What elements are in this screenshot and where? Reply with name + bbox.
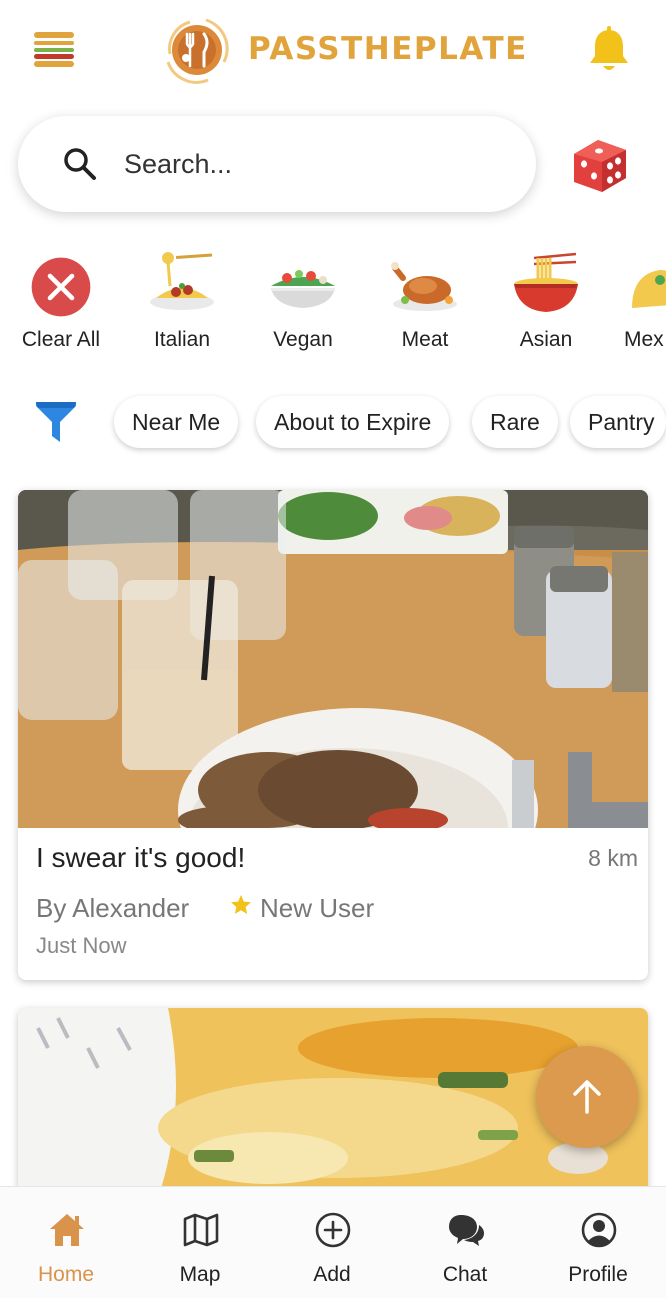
chat-bubbles-icon (449, 1215, 484, 1246)
user-badge: New User (260, 893, 375, 923)
filter-bar: Near Me About to Expire Rare Pantry (0, 392, 666, 452)
nav-map[interactable]: Map (140, 1187, 260, 1298)
category-label: Mex (624, 328, 664, 351)
nav-label: Add (313, 1263, 351, 1286)
filter-chip-about-to-expire[interactable]: About to Expire (256, 396, 450, 448)
user-circle-icon (581, 1212, 617, 1248)
nav-chat[interactable]: Chat (405, 1187, 525, 1298)
nav-label: Profile (568, 1263, 628, 1286)
brand-name: PASSTHEPLATE (248, 31, 528, 67)
post-title: I swear it's good! (36, 842, 246, 873)
category-italian[interactable]: Italian (127, 240, 237, 360)
nav-label: Map (179, 1263, 221, 1286)
nav-label: Home (37, 1263, 95, 1286)
filter-chip-near-me[interactable]: Near Me (114, 396, 239, 448)
filter-chip-rare[interactable]: Rare (472, 396, 558, 448)
noodle-bowl-icon (514, 252, 578, 312)
food-post-card[interactable]: I swear it's good! 8 km By Alexander New… (18, 490, 648, 980)
hamburger-menu-icon[interactable] (30, 28, 80, 72)
bell-icon[interactable] (586, 26, 632, 74)
nav-add[interactable]: Add (272, 1187, 392, 1298)
star-icon (231, 895, 251, 914)
category-label: Meat (401, 328, 449, 351)
dice-icon[interactable] (568, 132, 632, 198)
plate-logo-icon (166, 18, 229, 84)
category-label: Italian (153, 328, 211, 351)
category-label: Asian (519, 328, 573, 351)
pasta-icon (150, 252, 214, 310)
post-distance: 8 km (588, 845, 638, 871)
search-icon (64, 148, 96, 180)
bottom-navigation: Home Map Add Chat Profile (0, 1186, 666, 1298)
category-vegan[interactable]: Vegan (248, 240, 358, 360)
category-meat[interactable]: Meat (370, 240, 480, 360)
nav-profile[interactable]: Profile (538, 1187, 658, 1298)
home-icon (50, 1214, 84, 1246)
search-bar[interactable] (18, 116, 536, 212)
map-icon (183, 1213, 219, 1247)
search-input[interactable] (124, 144, 504, 184)
category-carousel: Clear All Italian Vegan Meat Asian Mex (0, 240, 666, 360)
category-label: Clear All (21, 328, 101, 351)
salad-bowl-icon (271, 270, 335, 308)
category-clear-all[interactable]: Clear All (6, 240, 116, 360)
filter-chip-pantry[interactable]: Pantry (570, 396, 666, 448)
app-logo: PASSTHEPLATE (160, 14, 528, 84)
post-author: By Alexander (36, 893, 190, 923)
top-app-bar: PASSTHEPLATE (0, 0, 666, 105)
category-asian[interactable]: Asian (491, 240, 601, 360)
arrow-up-icon (573, 1080, 601, 1114)
app-screen: PASSTHEPLATE C (0, 0, 666, 1298)
filter-funnel-icon[interactable] (34, 398, 78, 444)
nav-home[interactable]: Home (6, 1187, 126, 1298)
roast-chicken-icon (391, 262, 457, 311)
post-time: Just Now (36, 933, 127, 958)
scroll-to-top-button[interactable] (536, 1046, 638, 1148)
food-photo (18, 490, 648, 828)
category-label: Vegan (273, 328, 333, 351)
taco-icon (632, 270, 666, 308)
category-mex[interactable]: Mex (612, 240, 666, 360)
plus-circle-icon (315, 1212, 351, 1248)
close-circle-icon (31, 257, 91, 317)
nav-label: Chat (442, 1263, 488, 1286)
